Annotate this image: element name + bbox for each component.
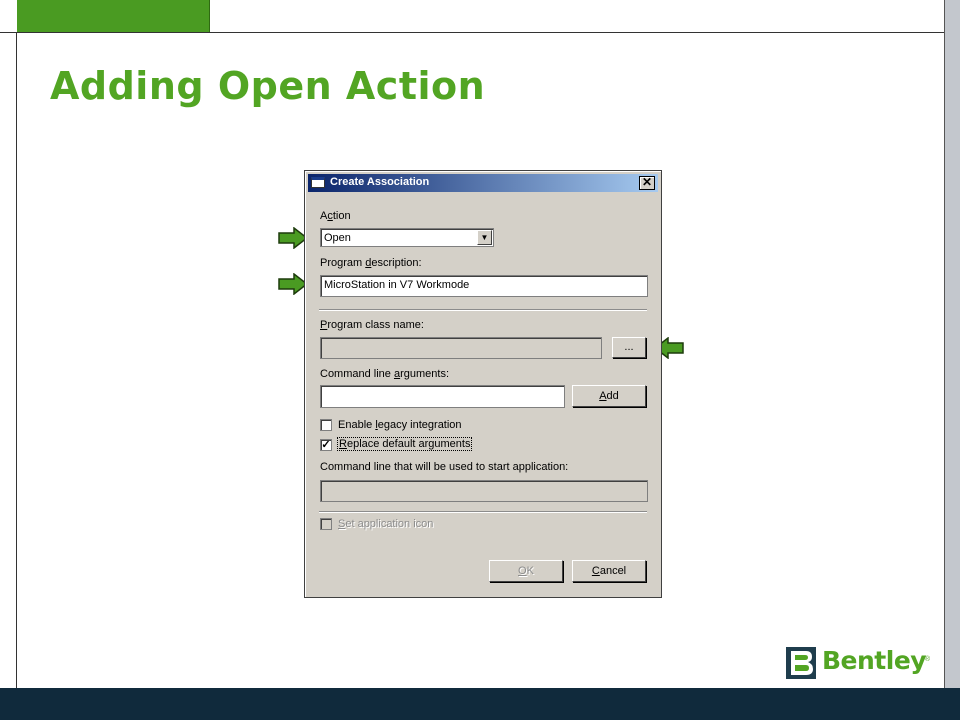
- browse-button[interactable]: ...: [612, 337, 646, 358]
- bentley-logo: Bentley ®: [786, 644, 932, 684]
- checkmark-icon: ✓: [321, 439, 331, 451]
- command-line-preview-field: [320, 480, 648, 502]
- program-class-input[interactable]: [320, 337, 602, 359]
- footer-bar: [0, 688, 960, 720]
- separator: [319, 309, 647, 311]
- header-rule: [0, 32, 944, 33]
- separator: [319, 511, 647, 513]
- left-rule: [16, 32, 17, 688]
- header-accent-tab: [17, 0, 210, 33]
- action-label: Action: [320, 210, 351, 222]
- set-application-icon-label: Set application icon: [338, 518, 434, 530]
- right-side-bar: [944, 0, 960, 688]
- dialog-titlebar[interactable]: Create Association ✕: [308, 174, 658, 192]
- program-description-label: Program description:: [320, 257, 422, 269]
- close-icon: ✕: [641, 175, 653, 189]
- add-button[interactable]: Add: [572, 385, 646, 407]
- create-association-dialog: Create Association ✕ Action Open ▼ Progr…: [304, 170, 662, 598]
- bentley-logo-mark-icon: [786, 647, 816, 679]
- chevron-down-icon[interactable]: ▼: [477, 230, 492, 245]
- command-line-arguments-label: Command line arguments:: [320, 368, 450, 380]
- close-button[interactable]: ✕: [639, 176, 655, 190]
- program-description-input[interactable]: MicroStation in V7 Workmode: [320, 275, 648, 297]
- command-line-preview-label: Command line that will be used to start …: [320, 461, 569, 473]
- enable-legacy-integration-checkbox[interactable]: [320, 419, 332, 431]
- bentley-wordmark: Bentley: [822, 646, 927, 675]
- ok-button[interactable]: OK: [489, 560, 563, 582]
- enable-legacy-integration-label: Enable legacy integration: [338, 419, 462, 431]
- replace-default-arguments-label: Replace default arguments: [336, 437, 473, 451]
- action-select-value: Open: [324, 232, 351, 244]
- dialog-title: Create Association: [330, 176, 430, 188]
- set-application-icon-checkbox[interactable]: [320, 518, 332, 530]
- replace-default-arguments-checkbox[interactable]: ✓: [320, 439, 332, 451]
- registered-mark: ®: [924, 656, 930, 663]
- window-icon: [311, 177, 325, 188]
- program-class-label: Program class name:: [320, 319, 424, 331]
- cancel-button[interactable]: Cancel: [572, 560, 646, 582]
- command-line-arguments-input[interactable]: [320, 385, 565, 408]
- slide-title: Adding Open Action: [50, 64, 486, 108]
- action-select[interactable]: Open ▼: [320, 228, 494, 247]
